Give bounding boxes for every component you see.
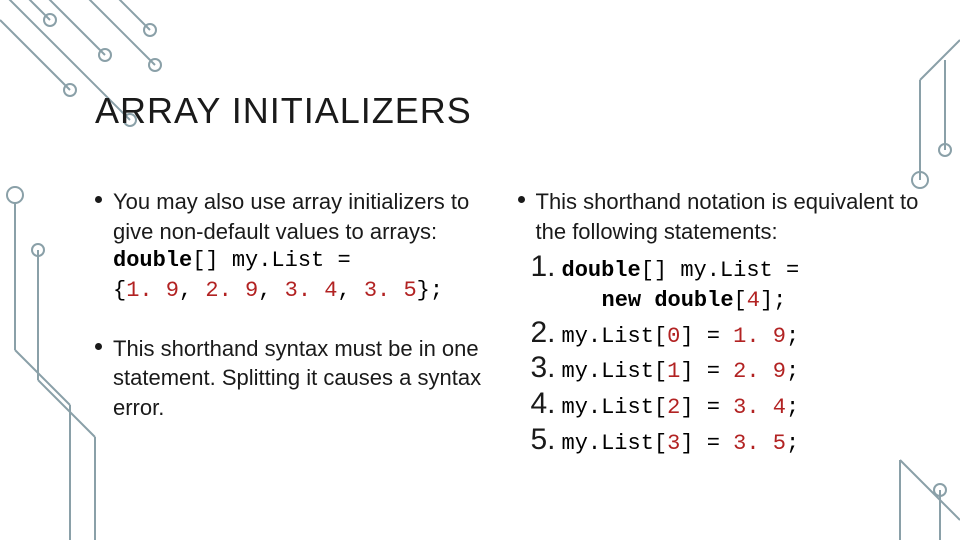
right-column: This shorthand notation is equivalent to… bbox=[518, 187, 921, 459]
numbered-list: 1. double[] my.List = new double[4]; 2. … bbox=[518, 250, 921, 458]
left-column: You may also use array initializers to g… bbox=[95, 187, 498, 459]
bullet-item: This shorthand syntax must be in one sta… bbox=[95, 334, 498, 423]
list-item: 1. double[] my.List = bbox=[518, 250, 921, 286]
code-line: my.List[0] = 1. 9; bbox=[558, 322, 800, 352]
list-item: 4. my.List[2] = 3. 4; bbox=[518, 387, 921, 423]
code-line: my.List[3] = 3. 5; bbox=[558, 429, 800, 459]
item-number: 4. bbox=[518, 387, 556, 420]
code-line: double[] my.List = bbox=[558, 256, 800, 286]
slide-title: ARRAY INITIALIZERS bbox=[95, 90, 920, 132]
bullet-item: You may also use array initializers to g… bbox=[95, 187, 498, 306]
code-line: my.List[2] = 3. 4; bbox=[558, 393, 800, 423]
code-line: {1. 9, 2. 9, 3. 4, 3. 5}; bbox=[113, 276, 498, 306]
code-line: double[] my.List = bbox=[113, 246, 498, 276]
bullet-icon bbox=[95, 196, 102, 203]
bullet-text: You may also use array initializers to g… bbox=[113, 187, 498, 246]
list-item: 3. my.List[1] = 2. 9; bbox=[518, 351, 921, 387]
list-item: 5. my.List[3] = 3. 5; bbox=[518, 423, 921, 459]
item-number: 2. bbox=[518, 316, 556, 349]
code-line: new double[4]; bbox=[558, 286, 787, 316]
bullet-icon bbox=[518, 196, 525, 203]
item-number: 3. bbox=[518, 351, 556, 384]
bullet-text: This shorthand notation is equivalent to… bbox=[536, 187, 921, 246]
bullet-icon bbox=[95, 343, 102, 350]
list-item: new double[4]; bbox=[518, 286, 921, 316]
bullet-item: This shorthand notation is equivalent to… bbox=[518, 187, 921, 246]
bullet-text: This shorthand syntax must be in one sta… bbox=[113, 334, 498, 423]
list-item: 2. my.List[0] = 1. 9; bbox=[518, 316, 921, 352]
item-number: 5. bbox=[518, 423, 556, 456]
code-line: my.List[1] = 2. 9; bbox=[558, 357, 800, 387]
item-number: 1. bbox=[518, 250, 556, 283]
